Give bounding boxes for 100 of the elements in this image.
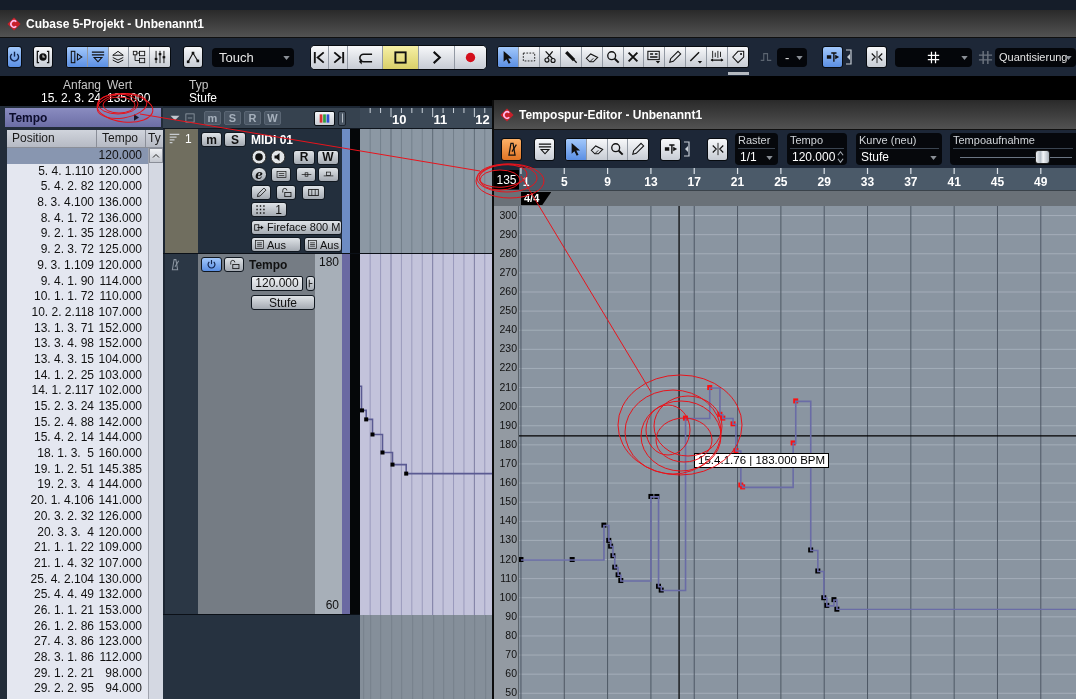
- position-cell-text: 27. 4. 3. 86: [32, 634, 95, 650]
- position-cell-text: 19. 2. 3. 4: [36, 477, 95, 494]
- field-label: Raster: [738, 134, 775, 149]
- axis-label: 200: [499, 399, 517, 413]
- bar-number: 12: [475, 113, 490, 127]
- tempo-cell-text: 120.000: [97, 257, 143, 274]
- position-cell-text: 9. 2. 3. 72: [39, 242, 95, 258]
- tempo-cell-text: 109.000: [97, 540, 143, 556]
- field-label: Tempo: [790, 134, 844, 149]
- tempo-cell-text: 104.000: [97, 351, 143, 368]
- tempo-cell-text: 120.000: [97, 524, 143, 541]
- tempo-cell-text: 145.385: [97, 461, 143, 478]
- bar-number: 33: [860, 175, 875, 189]
- window-title: Tempospur-Editor - Unbenannt1: [519, 107, 703, 122]
- axis-label: 80: [505, 628, 517, 642]
- tempo-cell-text: 126.000: [97, 508, 143, 525]
- column-label: Anfang: [61, 79, 101, 92]
- tempo-cell-text: 125.000: [97, 242, 143, 258]
- position-cell-text: 9. 3. 1.109: [36, 257, 95, 274]
- axis-label: 220: [499, 361, 517, 375]
- tempo-cell-text: 120.000: [97, 163, 143, 180]
- tempo-cell-text: 123.000: [97, 634, 143, 650]
- position-cell-text: 13. 1. 3. 71: [32, 320, 95, 337]
- axis-label: 250: [499, 304, 517, 318]
- tempo-cell-text: 160.000: [97, 446, 143, 462]
- axis-label: 210: [499, 380, 517, 394]
- window-title: Cubase 5-Projekt - Unbenannt1: [26, 16, 205, 31]
- axis-label: 110: [500, 571, 517, 585]
- tempo-cell-text: 144.000: [97, 430, 143, 447]
- position-cell-text: 15. 4. 2. 14: [32, 430, 95, 447]
- position-cell-text: 9. 4. 1. 90: [39, 273, 95, 290]
- column-label: Wert: [106, 79, 134, 92]
- axis-label: 120: [499, 552, 517, 566]
- axis-label: 170: [499, 456, 517, 470]
- tempo-cell-text: 153.000: [97, 602, 143, 619]
- field-label: Tempoaufnahme: [953, 134, 1073, 149]
- bar-number: 45: [990, 175, 1005, 189]
- position-cell-text: 5. 4. 1.110: [37, 163, 95, 180]
- position-cell-text: 19. 1. 2. 51: [32, 461, 95, 478]
- axis-label: 100: [499, 590, 517, 604]
- tempo-cell-text: 142.000: [97, 414, 143, 431]
- position-cell-text: 8. 4. 1. 72: [39, 210, 95, 227]
- axis-label: 230: [499, 342, 517, 356]
- axis-label: 130: [499, 533, 517, 547]
- scale-label: 180: [318, 256, 339, 269]
- position-cell-text: 28. 3. 1. 86: [32, 650, 95, 666]
- tempo-cell-text: 152.000: [97, 320, 143, 337]
- tempo-cell-text: 132.000: [97, 587, 143, 603]
- axis-label: 190: [499, 418, 517, 432]
- axis-label: 180: [499, 437, 517, 451]
- position-cell-text: 20. 3. 3. 4: [36, 524, 95, 541]
- axis-label: 260: [499, 285, 517, 298]
- bar-number: 9: [604, 175, 611, 189]
- bar-number: 11: [433, 113, 448, 127]
- bar-number: 5: [560, 175, 568, 189]
- position-cell-text: 13. 4. 3. 15: [32, 351, 95, 368]
- position-cell-text: 14. 1. 2. 25: [32, 367, 95, 384]
- axis-label: 160: [499, 476, 517, 490]
- tempo-cell-text: 130.000: [97, 571, 143, 588]
- position-cell-text: 29. 2. 2. 95: [32, 681, 95, 698]
- axis-label: 290: [499, 227, 517, 241]
- axis-label: 270: [499, 265, 517, 279]
- tempo-cell-text: 112.000: [98, 650, 143, 666]
- position-cell-text: 21. 1. 1. 22: [32, 540, 95, 556]
- position-cell-text: 13. 3. 4. 98: [32, 336, 95, 352]
- axis-label: 150: [499, 495, 517, 509]
- field-label: Kurve (neu): [859, 134, 939, 149]
- bar-number: 37: [904, 175, 918, 189]
- axis-label: 70: [505, 648, 517, 662]
- position-cell-text: 20. 3. 2. 32: [32, 508, 95, 525]
- position-cell-text: 9. 2. 1. 35: [39, 226, 95, 243]
- tempo-cell-text: 114.000: [98, 273, 143, 290]
- position-cell-text: 26. 1. 1. 21: [32, 602, 95, 619]
- bar-number: 25: [774, 175, 788, 189]
- axis-label: 300: [499, 208, 517, 222]
- tempo-cell-text: 136.000: [97, 210, 143, 227]
- axis-label: 60: [505, 667, 517, 681]
- position-cell-text: 20. 1. 4.106: [29, 493, 95, 509]
- tempo-cell-text: 94.000: [104, 681, 143, 698]
- tempo-cell-text: 152.000: [97, 336, 143, 352]
- tempo-cell-text: 110.000: [98, 289, 143, 305]
- axis-label: 50: [505, 686, 517, 699]
- tempo-cell-text: 153.000: [97, 618, 143, 635]
- tempo-cell-text: 107.000: [97, 304, 143, 321]
- bar-number: 13: [644, 175, 658, 189]
- tempo-cell-text: 141.000: [97, 493, 143, 509]
- position-cell-text: 21. 1. 4. 32: [32, 555, 95, 572]
- position-cell-text: 8. 3. 4.100: [36, 195, 95, 211]
- position-cell-text: 5. 4. 2. 82: [39, 179, 95, 196]
- bar-number: 41: [947, 175, 961, 189]
- tempo-cell-text: 102.000: [97, 383, 143, 399]
- column-label: Typ: [188, 79, 210, 92]
- position-cell-text: 29. 1. 2. 21: [32, 665, 95, 682]
- track-number: 1: [185, 132, 192, 146]
- scale-label: 60: [325, 599, 339, 612]
- bar-number: 10: [392, 113, 407, 127]
- tempo-cell-text: 135.000: [97, 399, 143, 415]
- position-cell-text: 25. 4. 4. 49: [32, 587, 95, 603]
- axis-label: 90: [505, 609, 517, 623]
- tempo-cell-text: 120.000: [97, 179, 143, 196]
